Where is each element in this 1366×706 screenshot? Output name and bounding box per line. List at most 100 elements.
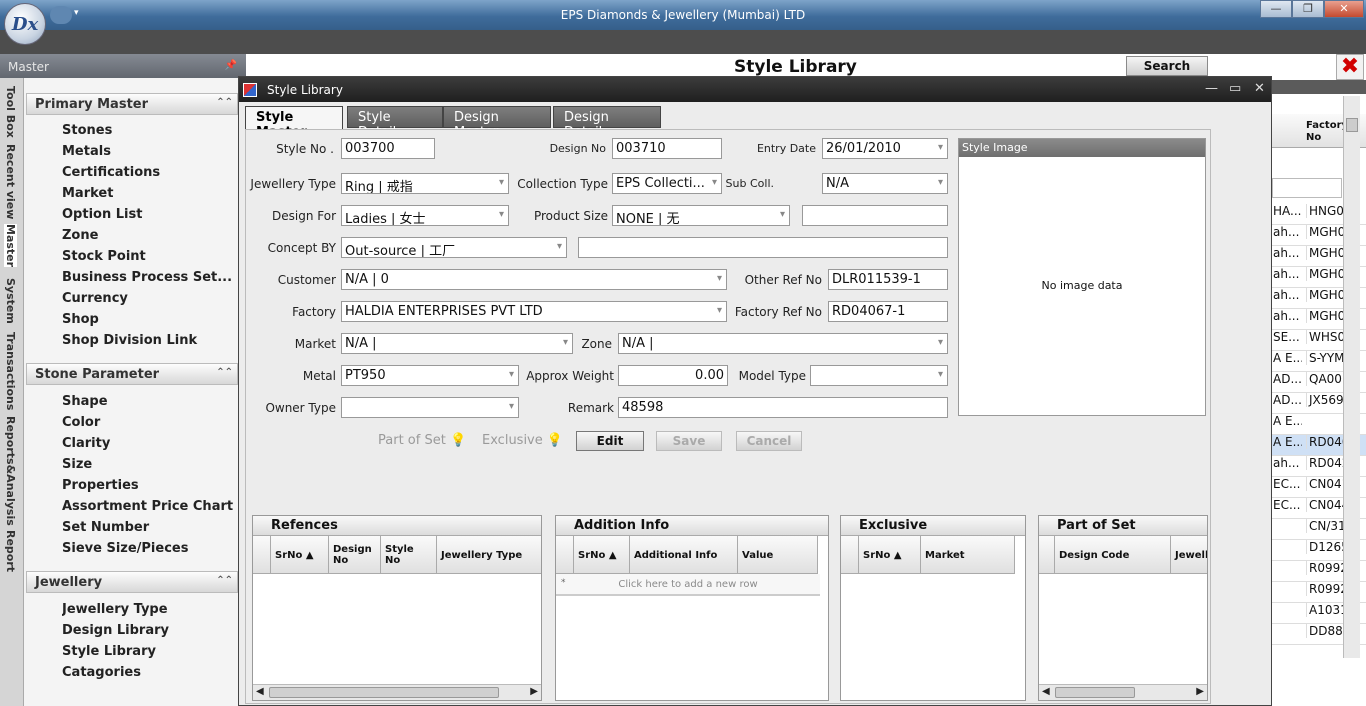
vertical-scrollbar[interactable] bbox=[1343, 96, 1360, 658]
part-of-set-hscroll[interactable]: ◀ ▶ bbox=[1039, 684, 1207, 700]
restore-button[interactable]: ❐ bbox=[1292, 0, 1324, 18]
part-of-set-toggle[interactable]: Part of Set 💡 bbox=[378, 433, 466, 448]
factory-ref-no-input[interactable]: RD04067-1 bbox=[828, 301, 948, 322]
column-header-design-code[interactable]: Design Code bbox=[1055, 536, 1171, 574]
nav-design-library[interactable]: Design Library bbox=[62, 623, 234, 638]
group-primary-master[interactable]: Primary Master ⌃⌃ bbox=[26, 93, 238, 115]
collection-type-select[interactable]: EPS Collecti... bbox=[612, 173, 722, 194]
tab-design-detail[interactable]: Design Detail bbox=[553, 106, 661, 140]
tab-style-master[interactable]: Style Master bbox=[245, 106, 343, 140]
nav-market[interactable]: Market bbox=[62, 186, 234, 201]
scroll-thumb[interactable] bbox=[269, 687, 499, 698]
column-header-additional-info[interactable]: Additional Info bbox=[630, 536, 738, 574]
product-size-select[interactable]: NONE | 无 bbox=[612, 205, 790, 226]
nav-currency[interactable]: Currency bbox=[62, 291, 234, 306]
zone-select[interactable]: N/A | bbox=[618, 333, 948, 354]
nav-certifications[interactable]: Certifications bbox=[62, 165, 234, 180]
design-no-input[interactable]: 003710 bbox=[612, 138, 722, 159]
nav-business-process-set[interactable]: Business Process Set... bbox=[62, 270, 234, 285]
nav-shape[interactable]: Shape bbox=[62, 394, 234, 409]
market-select[interactable]: N/A | bbox=[341, 333, 573, 354]
vtab-reports-analysis[interactable]: Reports&Analysis bbox=[4, 416, 17, 526]
entry-date-picker[interactable]: 26/01/2010 bbox=[822, 138, 948, 159]
scroll-left-icon[interactable]: ◀ bbox=[256, 686, 264, 697]
save-button[interactable]: Save bbox=[656, 431, 722, 451]
nav-stones[interactable]: Stones bbox=[62, 123, 234, 138]
scroll-thumb[interactable] bbox=[1346, 118, 1358, 132]
app-logo[interactable]: Dx bbox=[4, 3, 46, 45]
references-hscroll[interactable]: ◀ ▶ bbox=[253, 684, 541, 700]
close-icon[interactable]: ✖ bbox=[1336, 54, 1364, 80]
cancel-button[interactable]: Cancel bbox=[736, 431, 802, 451]
scroll-right-icon[interactable]: ▶ bbox=[1196, 686, 1204, 697]
nav-zone[interactable]: Zone bbox=[62, 228, 234, 243]
column-header-market[interactable]: Market bbox=[921, 536, 1015, 574]
group-jewellery[interactable]: Jewellery ⌃⌃ bbox=[26, 571, 238, 593]
column-header-jewellery-type[interactable]: Jewellery Type bbox=[437, 536, 541, 574]
remark-input[interactable]: 48598 bbox=[618, 397, 948, 418]
factory-select[interactable]: HALDIA ENTERPRISES PVT LTD bbox=[341, 301, 727, 322]
quick-access-dropdown-icon[interactable]: ▾ bbox=[74, 8, 86, 22]
minimize-button[interactable]: — bbox=[1260, 0, 1292, 18]
quick-access-toolbar[interactable] bbox=[50, 6, 72, 24]
nav-catagories[interactable]: Catagories bbox=[62, 665, 234, 680]
column-header-srno[interactable]: SrNo ▲ bbox=[574, 536, 630, 574]
concept-by-select[interactable]: Out-source | 工厂 bbox=[341, 237, 567, 258]
scroll-right-icon[interactable]: ▶ bbox=[530, 686, 538, 697]
column-header-srno[interactable]: SrNo ▲ bbox=[271, 536, 329, 574]
scroll-thumb[interactable] bbox=[1055, 687, 1135, 698]
dialog-close-icon[interactable]: ✕ bbox=[1254, 81, 1265, 96]
column-header-jewell[interactable]: Jewell bbox=[1171, 536, 1207, 574]
new-row[interactable]: * Click here to add a new row bbox=[556, 574, 820, 596]
vtab-system[interactable]: System bbox=[4, 278, 17, 324]
group-stone-parameter[interactable]: Stone Parameter ⌃⌃ bbox=[26, 363, 238, 385]
sub-coll-select[interactable]: N/A bbox=[822, 173, 948, 194]
tab-style-detail[interactable]: Style Detail bbox=[347, 106, 443, 140]
dialog-maximize-icon[interactable]: ▭ bbox=[1229, 81, 1241, 96]
approx-weight-input[interactable]: 0.00 bbox=[618, 365, 728, 386]
jewellery-type-select[interactable]: Ring | 戒指 bbox=[341, 173, 509, 194]
grid-filter-input[interactable] bbox=[1272, 178, 1342, 198]
nav-shop[interactable]: Shop bbox=[62, 312, 234, 327]
nav-color[interactable]: Color bbox=[62, 415, 234, 430]
product-size-extra-input[interactable] bbox=[802, 205, 948, 226]
nav-option-list[interactable]: Option List bbox=[62, 207, 234, 222]
style-no-input[interactable]: 003700 bbox=[341, 138, 435, 159]
column-header-value[interactable]: Value bbox=[738, 536, 818, 574]
vtab-recent-view[interactable]: Recent view bbox=[4, 144, 17, 219]
concept-by-extra-input[interactable] bbox=[578, 237, 948, 258]
style-image-box[interactable]: Style Image No image data bbox=[958, 138, 1206, 416]
nav-shop-division-link[interactable]: Shop Division Link bbox=[62, 333, 234, 348]
nav-stock-point[interactable]: Stock Point bbox=[62, 249, 234, 264]
metal-select[interactable]: PT950 bbox=[341, 365, 519, 386]
column-header-design-no[interactable]: Design No bbox=[329, 536, 381, 574]
nav-sieve-size-pieces[interactable]: Sieve Size/Pieces bbox=[62, 541, 234, 556]
other-ref-no-input[interactable]: DLR011539-1 bbox=[828, 269, 948, 290]
column-header-srno[interactable]: SrNo ▲ bbox=[859, 536, 921, 574]
collapse-icon[interactable]: ⌃⌃ bbox=[216, 575, 233, 586]
customer-select[interactable]: N/A | 0 bbox=[341, 269, 727, 290]
nav-properties[interactable]: Properties bbox=[62, 478, 234, 493]
scroll-left-icon[interactable]: ◀ bbox=[1042, 686, 1050, 697]
nav-set-number[interactable]: Set Number bbox=[62, 520, 234, 535]
dialog-minimize-icon[interactable]: — bbox=[1205, 81, 1218, 96]
nav-assortment-price-chart[interactable]: Assortment Price Chart bbox=[62, 499, 234, 514]
nav-style-library[interactable]: Style Library bbox=[62, 644, 234, 659]
owner-type-select[interactable] bbox=[341, 397, 519, 418]
vtab-master[interactable]: Master bbox=[4, 224, 17, 268]
nav-metals[interactable]: Metals bbox=[62, 144, 234, 159]
collapse-icon[interactable]: ⌃⌃ bbox=[216, 367, 233, 378]
model-type-select[interactable] bbox=[810, 365, 948, 386]
pin-icon[interactable]: 📌 bbox=[225, 60, 237, 71]
vtab-report[interactable]: Report bbox=[4, 530, 17, 572]
vtab-toolbox[interactable]: Tool Box bbox=[4, 86, 17, 138]
vtab-transactions[interactable]: Transactions bbox=[4, 332, 17, 410]
column-header-factory-no[interactable]: Factory No bbox=[1306, 120, 1344, 144]
design-for-select[interactable]: Ladies | 女士 bbox=[341, 205, 509, 226]
close-window-button[interactable]: ✕ bbox=[1324, 0, 1364, 18]
nav-size[interactable]: Size bbox=[62, 457, 234, 472]
tab-design-master[interactable]: Design Master bbox=[443, 106, 551, 140]
exclusive-toggle[interactable]: Exclusive 💡 bbox=[482, 433, 563, 448]
collapse-icon[interactable]: ⌃⌃ bbox=[216, 97, 233, 108]
nav-clarity[interactable]: Clarity bbox=[62, 436, 234, 451]
